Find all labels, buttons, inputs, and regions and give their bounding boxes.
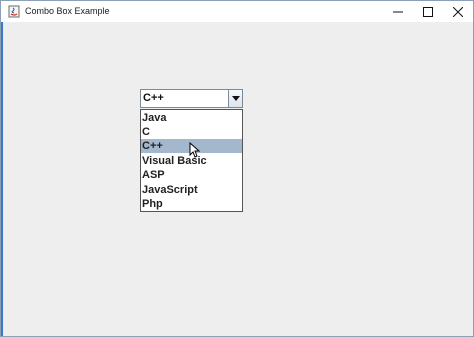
java-app-icon (8, 5, 20, 18)
option-c[interactable]: C (141, 125, 242, 139)
window-left-border (1, 22, 3, 336)
option-java[interactable]: Java (141, 111, 242, 125)
combo-dropdown-list: Java C C++ Visual Basic ASP JavaScript P… (140, 109, 243, 212)
window-title: Combo Box Example (25, 6, 110, 16)
combo-dropdown-button[interactable] (228, 90, 242, 107)
minimize-button[interactable] (381, 1, 415, 22)
close-button[interactable] (441, 1, 474, 22)
maximize-icon (423, 6, 433, 17)
title-bar[interactable]: Combo Box Example (1, 1, 473, 22)
minimize-icon (393, 11, 403, 12)
maximize-button[interactable] (411, 1, 445, 22)
language-combo-box[interactable]: C++ (140, 89, 243, 108)
chevron-down-icon (231, 96, 240, 101)
option-javascript[interactable]: JavaScript (141, 183, 242, 197)
combo-selected-value: C++ (143, 92, 164, 104)
close-icon (453, 6, 463, 17)
option-asp[interactable]: ASP (141, 168, 242, 182)
option-php[interactable]: Php (141, 197, 242, 211)
mouse-pointer-icon (189, 142, 201, 158)
